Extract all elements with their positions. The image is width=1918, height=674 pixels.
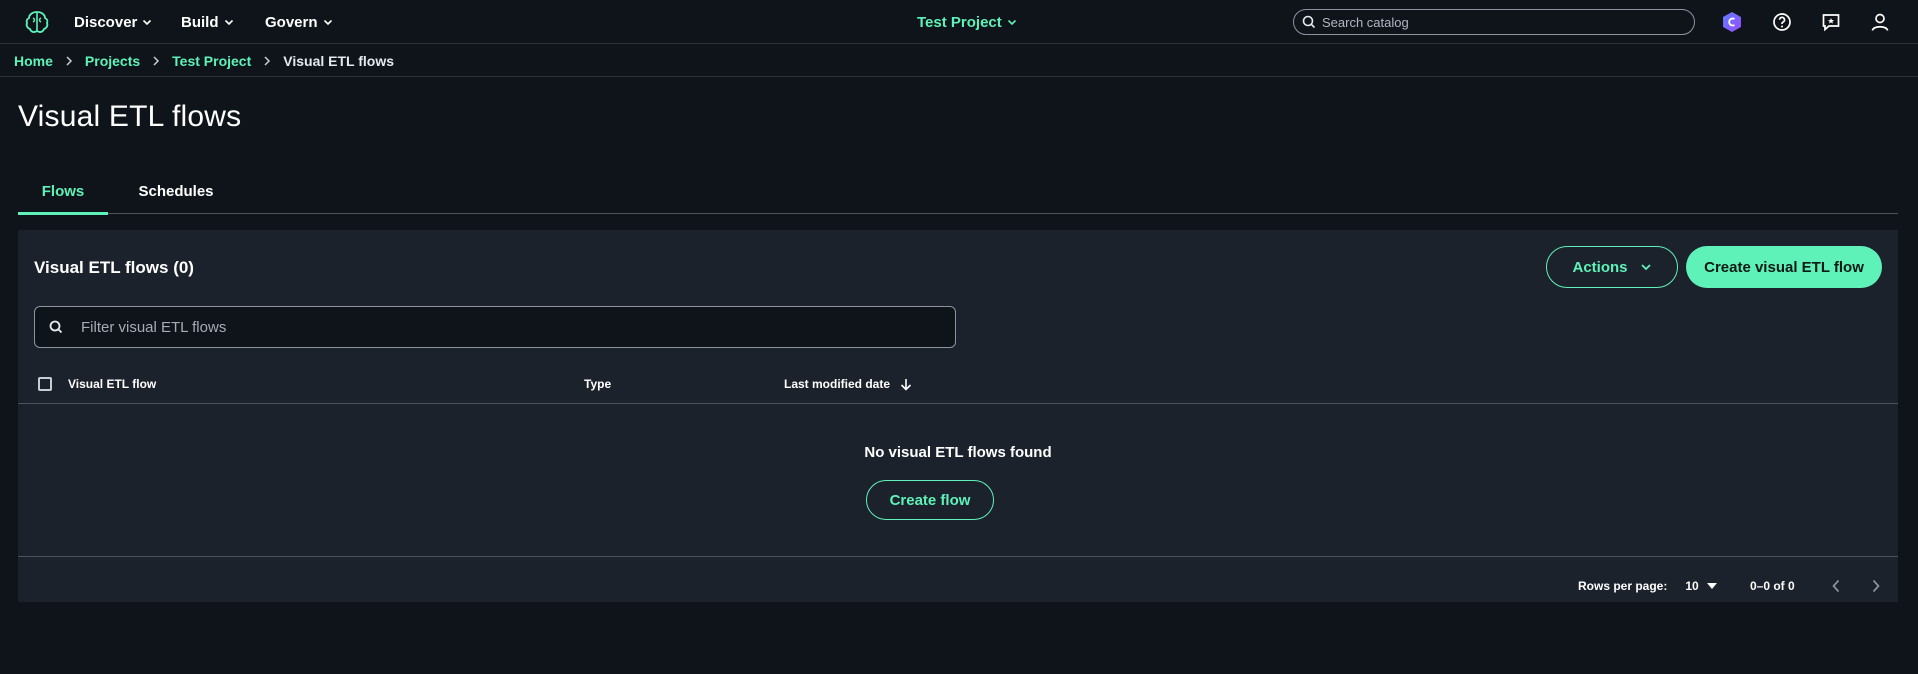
nav-menu-label: Govern — [265, 13, 318, 31]
chevron-right-icon — [263, 56, 271, 66]
chevron-down-icon — [143, 19, 152, 26]
rows-per-page-value: 10 — [1685, 579, 1699, 593]
column-header-label: Visual ETL flow — [68, 377, 157, 391]
breadcrumb-current: Visual ETL flows — [283, 53, 395, 69]
chevron-left-icon — [1832, 579, 1840, 593]
rows-per-page-label: Rows per page: — [1578, 579, 1668, 593]
chevron-down-icon — [1007, 19, 1016, 26]
tab-bar: Flows Schedules — [18, 168, 1898, 215]
search-icon — [1302, 15, 1316, 29]
chevron-right-icon — [65, 56, 73, 66]
breadcrumb-home[interactable]: Home — [14, 53, 53, 69]
rows-per-page: Rows per page: 10 — [1578, 576, 1717, 596]
table-header: Visual ETL flow Type Last modified date — [18, 364, 1898, 404]
chevron-right-icon — [152, 56, 160, 66]
next-page-button[interactable] — [1862, 572, 1890, 600]
project-switcher-label: Test Project — [917, 13, 1002, 31]
flows-table-panel: Visual ETL flows (0) Actions Create visu… — [18, 230, 1898, 602]
select-all-checkbox[interactable] — [38, 377, 52, 391]
create-visual-etl-flow-button[interactable]: Create visual ETL flow — [1686, 246, 1882, 288]
help-icon[interactable] — [1770, 10, 1794, 34]
caret-down-icon — [1706, 583, 1717, 589]
column-header-label: Last modified date — [784, 377, 891, 391]
arrow-down-sort-icon[interactable] — [900, 378, 912, 391]
breadcrumb: Home Projects Test Project Visual ETL fl… — [14, 52, 394, 70]
breadcrumb-projects[interactable]: Projects — [85, 53, 140, 69]
app-logo-icon[interactable] — [24, 9, 50, 35]
create-flow-button[interactable]: Create flow — [866, 480, 994, 520]
pagination-range: 0–0 of 0 — [1750, 579, 1795, 593]
panel-title: Visual ETL flows (0) — [34, 258, 194, 277]
nav-menu-discover[interactable]: Discover — [74, 0, 152, 44]
chevron-down-icon — [1640, 264, 1651, 271]
chevron-down-icon — [224, 19, 233, 26]
nav-menu-label: Discover — [74, 13, 138, 31]
nav-menu-govern[interactable]: Govern — [265, 0, 333, 44]
column-header-label: Type — [584, 377, 612, 391]
page-title: Visual ETL flows — [18, 100, 242, 133]
tab-flows[interactable]: Flows — [18, 168, 108, 215]
nav-menu-label: Build — [181, 13, 219, 31]
actions-button-label: Actions — [1572, 258, 1628, 276]
project-switcher[interactable]: Test Project — [917, 0, 1017, 44]
rows-per-page-select[interactable]: 10 — [1685, 579, 1717, 593]
catalog-search[interactable] — [1293, 9, 1695, 35]
nav-menu-build[interactable]: Build — [181, 0, 234, 44]
column-header-last-modified-date[interactable]: Last modified date — [784, 364, 912, 404]
tab-schedules[interactable]: Schedules — [118, 168, 234, 214]
chevron-right-icon — [1872, 579, 1880, 593]
catalog-search-input[interactable] — [1322, 14, 1682, 30]
column-header-type[interactable]: Type — [584, 364, 611, 404]
feedback-icon[interactable] — [1819, 10, 1843, 34]
column-header-visual-etl-flow[interactable]: Visual ETL flow — [68, 364, 156, 404]
breadcrumb-test-project[interactable]: Test Project — [172, 53, 251, 69]
search-icon — [49, 320, 63, 334]
breadcrumb-divider — [0, 76, 1918, 77]
actions-button[interactable]: Actions — [1546, 246, 1678, 288]
ai-assistant-icon[interactable] — [1720, 10, 1744, 34]
user-profile-icon[interactable] — [1868, 10, 1892, 34]
top-navigation: Discover Build Govern Test Project — [0, 0, 1918, 44]
filter-input[interactable] — [81, 318, 941, 336]
previous-page-button[interactable] — [1822, 572, 1850, 600]
empty-state-message: No visual ETL flows found — [864, 444, 1052, 461]
filter-field[interactable] — [34, 306, 956, 348]
table-footer-divider — [18, 556, 1898, 557]
chevron-down-icon — [323, 19, 332, 26]
